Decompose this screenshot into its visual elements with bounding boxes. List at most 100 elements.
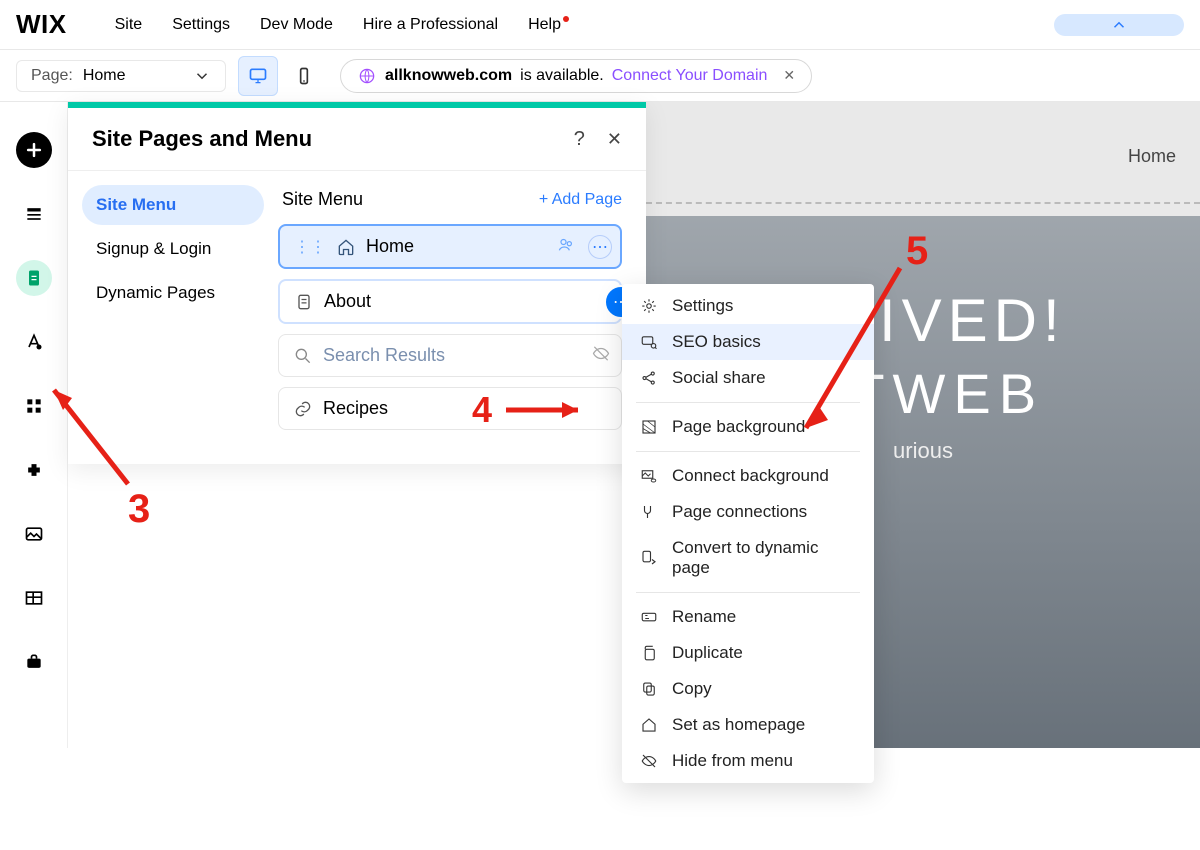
site-nav-home[interactable]: Home: [1128, 146, 1176, 167]
business-button[interactable]: [16, 644, 52, 680]
connect-domain-link[interactable]: Connect Your Domain: [612, 67, 768, 85]
connect-bg-icon: [640, 467, 658, 485]
list-title: Site Menu: [282, 189, 363, 210]
image-icon: [24, 524, 44, 544]
panel-title: Site Pages and Menu: [92, 126, 312, 152]
duplicate-icon: [640, 644, 658, 662]
domain-name: allknowweb.com: [385, 67, 512, 85]
hide-icon: [640, 752, 658, 770]
puzzle-icon: [24, 460, 44, 480]
search-icon: [293, 346, 313, 366]
gear-icon: [640, 297, 658, 315]
ctx-label: Convert to dynamic page: [672, 538, 856, 578]
ctx-rename[interactable]: Rename: [622, 599, 874, 635]
ctx-label: Set as homepage: [672, 715, 805, 735]
page-item-home[interactable]: ⋮⋮ Home ⋯: [278, 224, 622, 269]
panel-left-tabs: Site Menu Signup & Login Dynamic Pages: [68, 171, 278, 464]
menu-hire-professional[interactable]: Hire a Professional: [363, 16, 498, 34]
ctx-hide-from-menu[interactable]: Hide from menu: [622, 743, 874, 779]
page-more-button[interactable]: ⋯: [588, 235, 612, 259]
panel-help-button[interactable]: ?: [574, 128, 585, 151]
sections-icon: [24, 204, 44, 224]
ctx-page-connections[interactable]: Page connections: [622, 494, 874, 530]
ctx-label: Duplicate: [672, 643, 743, 663]
ctx-connect-background[interactable]: Connect background: [622, 458, 874, 494]
connections-icon: [640, 503, 658, 521]
ctx-label: Social share: [672, 368, 766, 388]
apps-button[interactable]: [16, 388, 52, 424]
annotation-3: 3: [128, 487, 150, 531]
page-item-label: Home: [366, 236, 414, 257]
domain-bar: allknowweb.com is available. Connect You…: [340, 59, 812, 93]
menu-devmode[interactable]: Dev Mode: [260, 16, 333, 34]
ctx-label: Copy: [672, 679, 712, 699]
menu-settings[interactable]: Settings: [172, 16, 230, 34]
home-outline-icon: [640, 716, 658, 734]
tab-site-menu[interactable]: Site Menu: [82, 185, 264, 225]
top-collapse-pill[interactable]: [1054, 14, 1184, 36]
desktop-icon: [248, 66, 268, 86]
text-design-icon: [24, 332, 44, 352]
device-desktop[interactable]: [238, 56, 278, 96]
page-value: Home: [83, 67, 126, 85]
design-button[interactable]: [16, 324, 52, 360]
media-button[interactable]: [16, 516, 52, 552]
briefcase-icon: [24, 652, 44, 672]
device-tabs: [238, 56, 324, 96]
editor-left-toolbar: [0, 102, 68, 748]
page-item-search-results[interactable]: Search Results: [278, 334, 622, 377]
wix-logo: WIX: [16, 9, 67, 40]
add-elements-button[interactable]: [16, 132, 52, 168]
background-icon: [640, 418, 658, 436]
page-item-about[interactable]: About ⋯: [278, 279, 622, 324]
page-item-recipes[interactable]: Recipes: [278, 387, 622, 430]
page-label: Page:: [31, 67, 73, 85]
menu-site[interactable]: Site: [115, 16, 143, 34]
ctx-duplicate[interactable]: Duplicate: [622, 635, 874, 671]
mobile-icon: [294, 66, 314, 86]
convert-icon: [640, 549, 658, 567]
globe-icon: [357, 66, 377, 86]
grid-icon: [24, 396, 44, 416]
dashed-divider: [646, 202, 1200, 204]
page-simple-icon: [294, 292, 314, 312]
ctx-convert-dynamic[interactable]: Convert to dynamic page: [622, 530, 874, 586]
plus-icon: [24, 140, 44, 160]
panel-page-list: Site Menu + Add Page ⋮⋮ Home ⋯ About ⋯ S…: [278, 171, 646, 464]
ctx-label: SEO basics: [672, 332, 761, 352]
pages-menu-button[interactable]: [16, 260, 52, 296]
ctx-settings[interactable]: Settings: [622, 288, 874, 324]
share-icon: [640, 369, 658, 387]
tab-signup-login[interactable]: Signup & Login: [82, 229, 264, 269]
panel-close-button[interactable]: ✕: [607, 129, 622, 150]
top-menubar: WIX Site Settings Dev Mode Hire a Profes…: [0, 0, 1200, 50]
device-mobile[interactable]: [284, 56, 324, 96]
tab-dynamic-pages[interactable]: Dynamic Pages: [82, 273, 264, 313]
hidden-icon: [591, 343, 611, 368]
ctx-label: Page background: [672, 417, 805, 437]
page-icon: [24, 268, 44, 288]
home-icon: [336, 237, 356, 257]
collaborators-icon: [556, 234, 576, 259]
page-item-label: Search Results: [323, 345, 445, 366]
sub-bar: Page: Home allknowweb.com is available. …: [0, 50, 1200, 102]
page-context-menu: Settings SEO basics Social share Page ba…: [622, 284, 874, 783]
page-dropdown[interactable]: Page: Home: [16, 60, 226, 92]
menu-help[interactable]: Help: [528, 16, 561, 34]
ctx-label: Page connections: [672, 502, 807, 522]
data-button[interactable]: [16, 580, 52, 616]
ctx-divider: [636, 592, 860, 593]
chevron-down-icon: [193, 67, 211, 85]
ctx-seo-basics[interactable]: SEO basics: [622, 324, 874, 360]
ctx-social-share[interactable]: Social share: [622, 360, 874, 396]
drag-handle-icon[interactable]: ⋮⋮: [294, 237, 326, 257]
ctx-label: Rename: [672, 607, 736, 627]
ctx-page-background[interactable]: Page background: [622, 409, 874, 445]
ctx-copy[interactable]: Copy: [622, 671, 874, 707]
close-domain-bar[interactable]: ✕: [783, 67, 795, 84]
addons-button[interactable]: [16, 452, 52, 488]
add-page-button[interactable]: + Add Page: [539, 191, 622, 209]
ctx-set-homepage[interactable]: Set as homepage: [622, 707, 874, 743]
ctx-label: Hide from menu: [672, 751, 793, 771]
sections-button[interactable]: [16, 196, 52, 232]
